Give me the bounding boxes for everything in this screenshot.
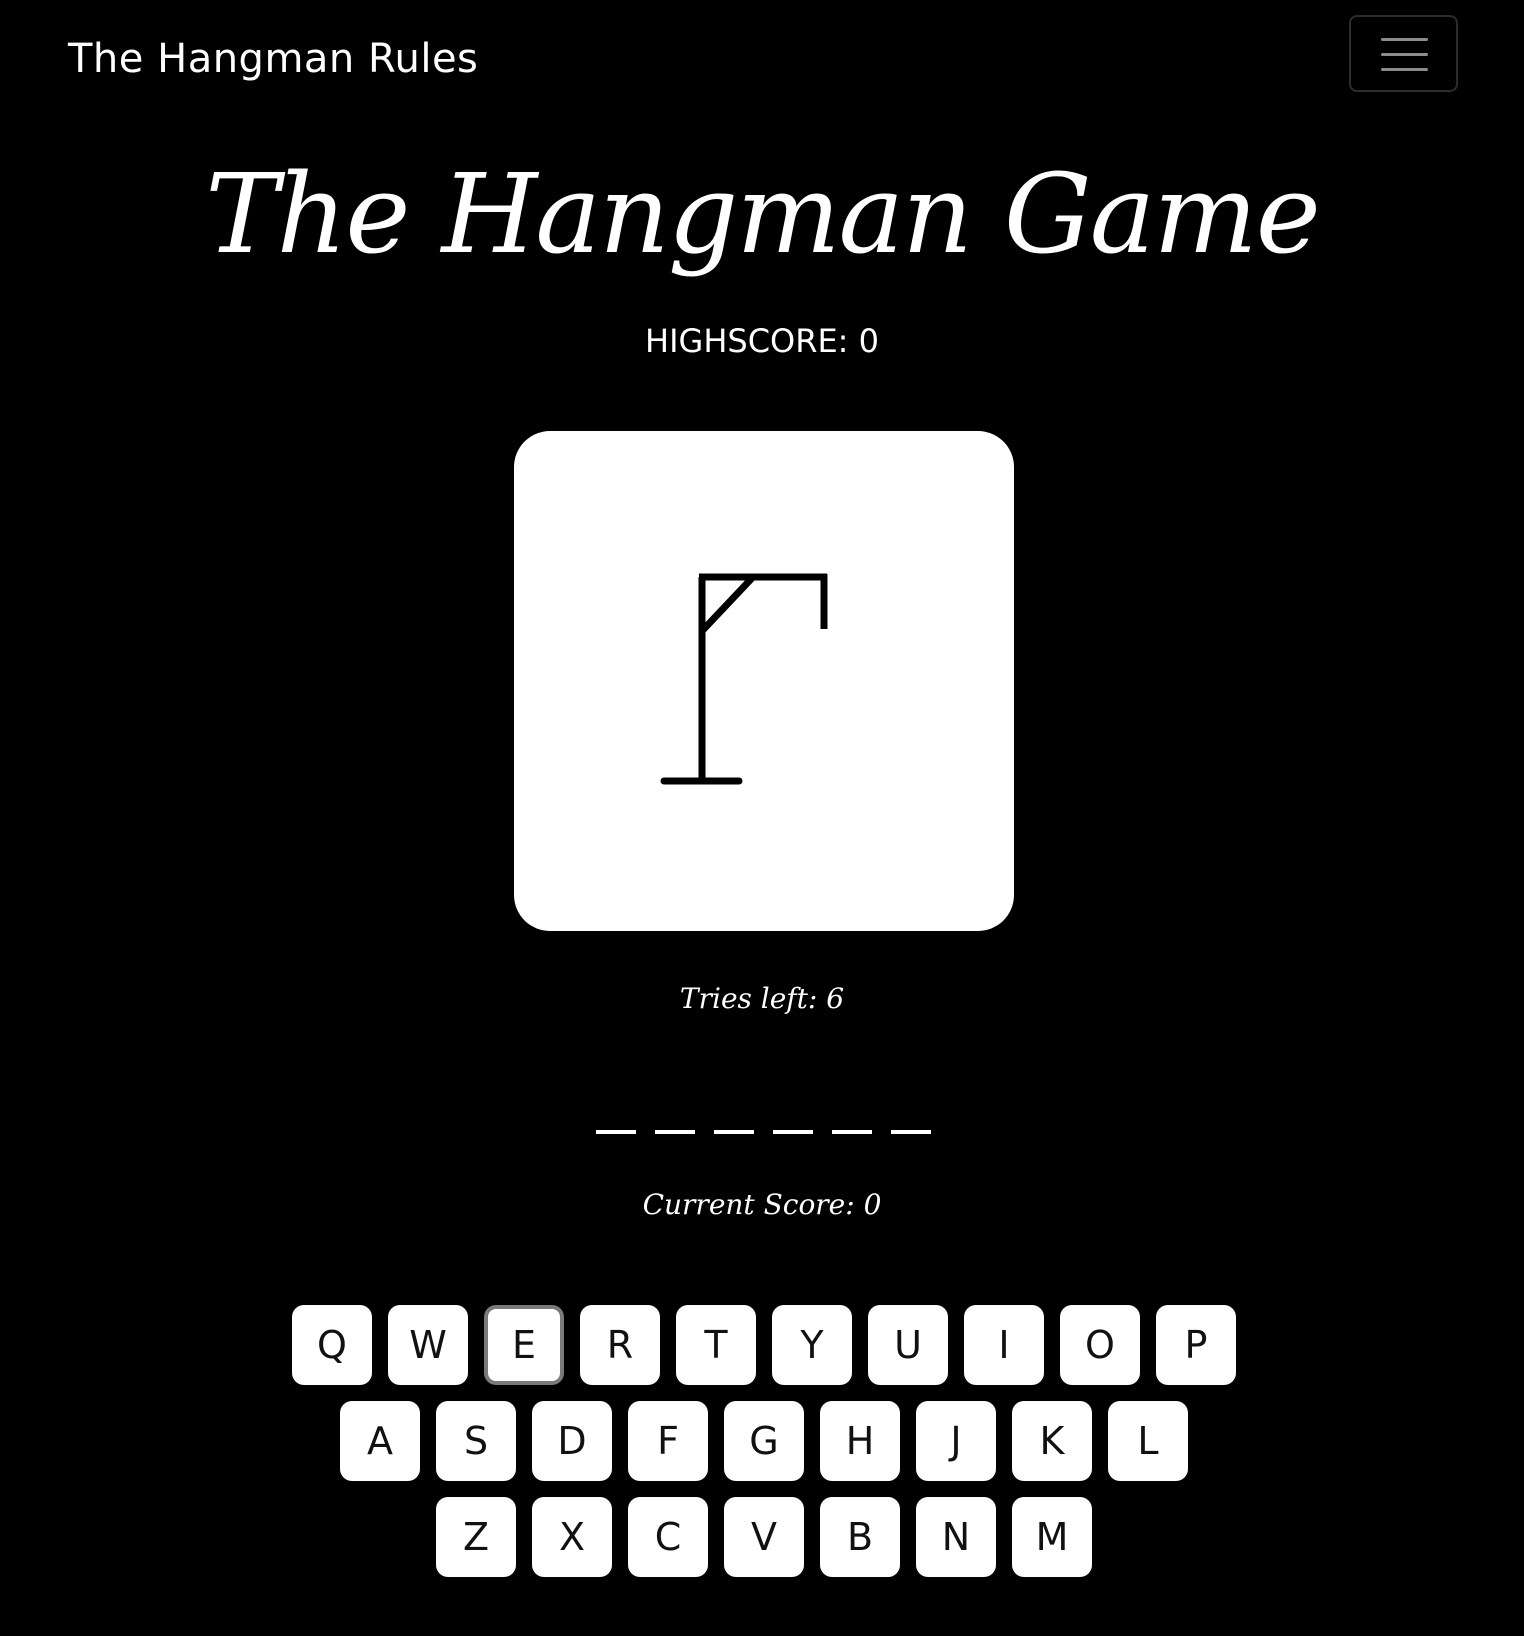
key-n[interactable]: N xyxy=(916,1497,996,1577)
key-s[interactable]: S xyxy=(436,1401,516,1481)
key-v[interactable]: V xyxy=(724,1497,804,1577)
key-g[interactable]: G xyxy=(724,1401,804,1481)
key-l[interactable]: L xyxy=(1108,1401,1188,1481)
navbar-brand[interactable]: The Hangman Rules xyxy=(68,36,478,82)
key-y[interactable]: Y xyxy=(772,1305,852,1385)
letter-slot xyxy=(714,1130,754,1134)
key-p[interactable]: P xyxy=(1156,1305,1236,1385)
letter-slot xyxy=(596,1130,636,1134)
key-i[interactable]: I xyxy=(964,1305,1044,1385)
key-j[interactable]: J xyxy=(916,1401,996,1481)
letter-slot xyxy=(773,1130,813,1134)
word-placeholder xyxy=(0,1100,1524,1140)
key-t[interactable]: T xyxy=(676,1305,756,1385)
menu-toggle-button[interactable] xyxy=(1349,15,1458,92)
key-q[interactable]: Q xyxy=(292,1305,372,1385)
navbar: The Hangman Rules xyxy=(0,0,1524,125)
game-title: The Hangman Game xyxy=(205,150,1321,278)
key-w[interactable]: W xyxy=(388,1305,468,1385)
highscore-label: HIGHSCORE: 0 xyxy=(645,322,879,360)
key-o[interactable]: O xyxy=(1060,1305,1140,1385)
key-b[interactable]: B xyxy=(820,1497,900,1577)
key-d[interactable]: D xyxy=(532,1401,612,1481)
key-e[interactable]: E xyxy=(484,1305,564,1385)
key-m[interactable]: M xyxy=(1012,1497,1092,1577)
key-u[interactable]: U xyxy=(868,1305,948,1385)
key-f[interactable]: F xyxy=(628,1401,708,1481)
tries-left-label: Tries left: 6 xyxy=(679,982,845,1015)
key-c[interactable]: C xyxy=(628,1497,708,1577)
letter-slot xyxy=(655,1130,695,1134)
key-x[interactable]: X xyxy=(532,1497,612,1577)
current-score-label: Current Score: 0 xyxy=(642,1188,882,1221)
hangman-drawing-board xyxy=(514,431,1014,931)
gallows-brace xyxy=(699,574,756,634)
key-a[interactable]: A xyxy=(340,1401,420,1481)
key-h[interactable]: H xyxy=(820,1401,900,1481)
letter-slot xyxy=(832,1130,872,1134)
key-r[interactable]: R xyxy=(580,1305,660,1385)
key-z[interactable]: Z xyxy=(436,1497,516,1577)
gallows-drawing xyxy=(660,573,828,785)
key-k[interactable]: K xyxy=(1012,1401,1092,1481)
letter-slot xyxy=(891,1130,931,1134)
